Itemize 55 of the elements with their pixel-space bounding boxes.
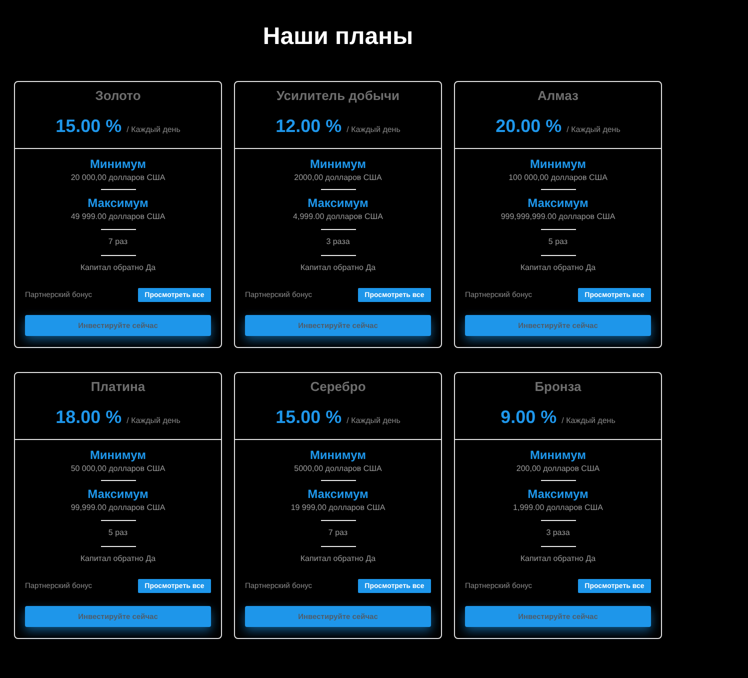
maximum-amount: 1,999.00 долларов США [513,502,603,513]
capital-return-text: Капитал обратно Да [80,262,156,273]
minimum-amount: 50 000,00 долларов США [70,463,166,474]
rate-period: / Каждый день [562,416,616,426]
rate-value: 20.00 % [496,115,562,138]
minimum-amount: 200,00 долларов США [516,463,600,474]
capital-return-text: Капитал обратно Да [80,553,156,564]
maximum-amount: 49 999.00 долларов США [70,211,166,222]
rate-value: 15.00 % [56,115,122,138]
payout-count: 3 раза [326,236,350,247]
rate-period: / Каждый день [346,416,400,426]
maximum-label: Максимум [308,486,368,502]
capital-return-text: Капитал обратно Да [520,262,596,273]
plan-name: Платина [90,379,146,395]
maximum-amount: 99,999.00 долларов США [70,502,166,513]
minimum-amount: 2000,00 долларов США [294,172,382,183]
minimum-label: Минимум [90,156,146,172]
maximum-label: Максимум [88,486,148,502]
plan-name: Бронза [534,379,582,395]
maximum-amount: 4,999.00 долларов США [293,211,383,222]
rate-period: / Каждый день [126,125,180,135]
minimum-label: Минимум [530,156,586,172]
payout-count: 3 раза [546,527,570,538]
rate-period: / Каждый день [566,125,620,135]
capital-return-text: Капитал обратно Да [300,553,376,564]
maximum-amount: 19 999,00 долларов США [290,502,386,513]
rate-value: 9.00 % [500,406,557,429]
minimum-label: Минимум [90,447,146,463]
maximum-label: Максимум [308,195,368,211]
plan-name: Серебро [310,379,366,395]
plan-name: Золото [95,88,141,104]
rate-value: 18.00 % [56,406,122,429]
maximum-amount: 999,999,999.00 долларов США [500,211,616,222]
minimum-label: Минимум [530,447,586,463]
payout-count: 5 раз [548,236,568,247]
rate-value: 12.00 % [276,115,342,138]
capital-return-text: Капитал обратно Да [300,262,376,273]
minimum-amount: 5000,00 долларов США [294,463,382,474]
minimum-label: Минимум [310,447,366,463]
maximum-label: Максимум [88,195,148,211]
plan-name: Усилитель добычи [276,88,400,104]
payout-count: 7 раз [108,236,128,247]
maximum-label: Максимум [528,486,588,502]
maximum-label: Максимум [528,195,588,211]
rate-value: 15.00 % [276,406,342,429]
plan-name: Алмаз [538,88,578,104]
page-title: Наши планы [262,22,414,52]
capital-return-text: Капитал обратно Да [520,553,596,564]
minimum-amount: 100 000,00 долларов США [508,172,608,183]
payout-count: 5 раз [108,527,128,538]
minimum-label: Минимум [310,156,366,172]
rate-period: / Каждый день [346,125,400,135]
payout-count: 7 раз [328,527,348,538]
rate-period: / Каждый день [126,416,180,426]
minimum-amount: 20 000,00 долларов США [70,172,166,183]
